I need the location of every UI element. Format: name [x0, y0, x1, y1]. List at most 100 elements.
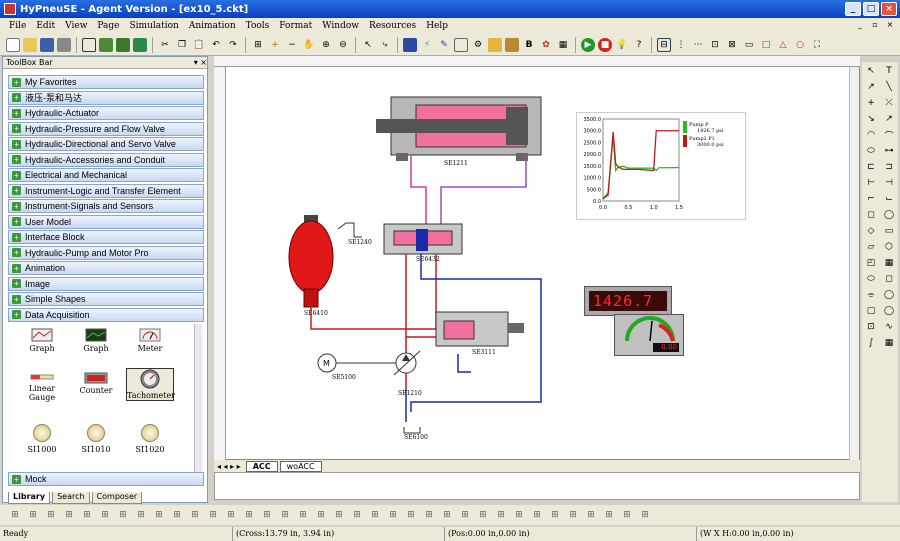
- format-tool-icon[interactable]: ⊞: [80, 508, 94, 522]
- group-icon[interactable]: [133, 37, 147, 52]
- format-tool-icon[interactable]: ⊞: [44, 508, 58, 522]
- tab-composer[interactable]: Composer: [91, 492, 143, 504]
- circle-icon[interactable]: ○: [793, 38, 807, 52]
- format-tool-icon[interactable]: ⊞: [188, 508, 202, 522]
- rect2-icon[interactable]: □: [759, 38, 773, 52]
- cube-icon[interactable]: [488, 37, 502, 52]
- menu-edit[interactable]: Edit: [31, 21, 60, 31]
- category-item[interactable]: + User Model: [8, 214, 204, 229]
- category-item[interactable]: + Hydraulic-Directional and Servo Valve: [8, 137, 204, 151]
- category-item[interactable]: + Instrument-Logic and Transfer Element: [8, 183, 204, 198]
- draw-tool-icon[interactable]: ▱: [864, 240, 878, 254]
- save-icon[interactable]: [40, 37, 54, 52]
- menu-window[interactable]: Window: [317, 21, 364, 31]
- accumulator[interactable]: [288, 215, 334, 308]
- format-tool-icon[interactable]: ⊞: [260, 508, 274, 522]
- format-tool-icon[interactable]: ⊞: [638, 508, 652, 522]
- palette-scrollbar[interactable]: [194, 324, 202, 472]
- panel-controls[interactable]: ▾ ×: [194, 58, 207, 67]
- format-tool-icon[interactable]: ⊞: [224, 508, 238, 522]
- palette-meter[interactable]: Meter: [126, 328, 174, 353]
- format-tool-icon[interactable]: ⊞: [404, 508, 418, 522]
- draw-tool-icon[interactable]: ⊣: [882, 176, 896, 190]
- properties-icon[interactable]: ✎: [437, 38, 451, 52]
- add-icon[interactable]: +: [268, 38, 282, 52]
- bulb-icon[interactable]: 💡: [615, 38, 629, 52]
- sheet-tab-woacc[interactable]: woACC: [279, 460, 322, 472]
- category-item[interactable]: + Simple Shapes: [8, 292, 204, 306]
- category-item[interactable]: + My Favorites: [8, 75, 204, 89]
- component-icon[interactable]: [116, 37, 130, 52]
- palette-si1020[interactable]: SI1020: [126, 424, 174, 454]
- draw-tool-icon[interactable]: ↖: [864, 64, 878, 78]
- format-tool-icon[interactable]: ⊞: [422, 508, 436, 522]
- format-tool-icon[interactable]: ⊞: [332, 508, 346, 522]
- library-icon[interactable]: [99, 37, 113, 52]
- grid-icon[interactable]: ⋯: [691, 38, 705, 52]
- cut-icon[interactable]: ✂: [158, 38, 172, 52]
- format-tool-icon[interactable]: ⊞: [440, 508, 454, 522]
- chart-icon[interactable]: ▦: [556, 38, 570, 52]
- format-tool-icon[interactable]: ⊞: [386, 508, 400, 522]
- gear-icon[interactable]: ⚙: [471, 38, 485, 52]
- hydraulic-cylinder[interactable]: [376, 96, 542, 161]
- draw-tool-icon[interactable]: ⬭: [864, 144, 878, 158]
- dist-icon[interactable]: ⋮: [674, 38, 688, 52]
- category-item[interactable]: + Animation: [8, 261, 204, 275]
- palette-graph-1[interactable]: Graph: [18, 328, 66, 353]
- menu-simulation[interactable]: Simulation: [125, 21, 184, 31]
- format-tool-icon[interactable]: ⊞: [314, 508, 328, 522]
- frame-icon[interactable]: ⛶: [810, 38, 824, 52]
- node-icon[interactable]: ⊠: [725, 38, 739, 52]
- draw-tool-icon[interactable]: ◻: [864, 208, 878, 222]
- category-item[interactable]: + Hydraulic-Actuator: [8, 106, 204, 120]
- draw-tool-icon[interactable]: +: [864, 96, 878, 110]
- format-tool-icon[interactable]: ⊞: [98, 508, 112, 522]
- format-tool-icon[interactable]: ⊞: [62, 508, 76, 522]
- block-icon[interactable]: [505, 37, 519, 52]
- category-item[interactable]: + Interface Block: [8, 230, 204, 244]
- palette-counter[interactable]: Counter: [72, 372, 120, 395]
- sheet-nav-buttons[interactable]: ◂ ◂ ▸ ▸: [214, 462, 244, 471]
- draw-tool-icon[interactable]: ↗: [882, 112, 896, 126]
- hydraulic-pump[interactable]: [393, 350, 421, 376]
- rect-icon[interactable]: ▭: [742, 38, 756, 52]
- minimize-button[interactable]: _: [845, 2, 861, 16]
- shape-icon[interactable]: [403, 37, 417, 52]
- format-tool-icon[interactable]: ⊞: [296, 508, 310, 522]
- menu-format[interactable]: Format: [274, 21, 317, 31]
- format-tool-icon[interactable]: ⊞: [206, 508, 220, 522]
- draw-tool-icon[interactable]: ▦: [882, 336, 896, 350]
- pressure-chart[interactable]: 3500.0 3000.0 2500.0 2000.0 1500.0 1000.0 500.…: [576, 112, 746, 220]
- zoom-in-icon[interactable]: ⊕: [319, 38, 333, 52]
- menu-help[interactable]: Help: [421, 21, 453, 31]
- menu-file[interactable]: File: [4, 21, 31, 31]
- close-button[interactable]: ×: [881, 2, 897, 16]
- undo-icon[interactable]: ↶: [209, 38, 223, 52]
- format-tool-icon[interactable]: ⊞: [170, 508, 184, 522]
- draw-tool-icon[interactable]: ▭: [882, 224, 896, 238]
- category-item[interactable]: + Hydraulic-Pressure and Flow Valve: [8, 121, 204, 136]
- triangle-icon[interactable]: △: [776, 38, 790, 52]
- draw-tool-icon[interactable]: ◻: [882, 272, 896, 286]
- palette-tachometer[interactable]: Tachometer: [126, 368, 175, 401]
- new-icon[interactable]: [6, 37, 20, 52]
- minus-icon[interactable]: −: [285, 38, 299, 52]
- draw-tool-icon[interactable]: ⊶: [882, 144, 896, 158]
- draw-tool-icon[interactable]: ⌒: [882, 128, 896, 142]
- draw-tool-icon[interactable]: ◯: [882, 208, 896, 222]
- format-tool-icon[interactable]: ⊞: [8, 508, 22, 522]
- format-tool-icon[interactable]: ⊞: [494, 508, 508, 522]
- bi-icon[interactable]: B: [522, 38, 536, 52]
- control-valve[interactable]: [435, 311, 524, 347]
- directional-valve[interactable]: [383, 223, 463, 255]
- sheet-tab-acc[interactable]: ACC: [245, 460, 278, 472]
- palette-graph-2[interactable]: Graph: [72, 328, 120, 353]
- category-item[interactable]: + Hydraulic-Accessories and Conduit: [8, 152, 204, 167]
- draw-tool-icon[interactable]: ⊏: [864, 160, 878, 174]
- mdi-close-button[interactable]: ×: [884, 19, 896, 31]
- analog-meter[interactable]: 0.00: [614, 314, 684, 356]
- digital-counter[interactable]: 1426.7: [584, 286, 672, 316]
- format-tool-icon[interactable]: ⊞: [584, 508, 598, 522]
- electric-motor[interactable]: M: [317, 353, 398, 373]
